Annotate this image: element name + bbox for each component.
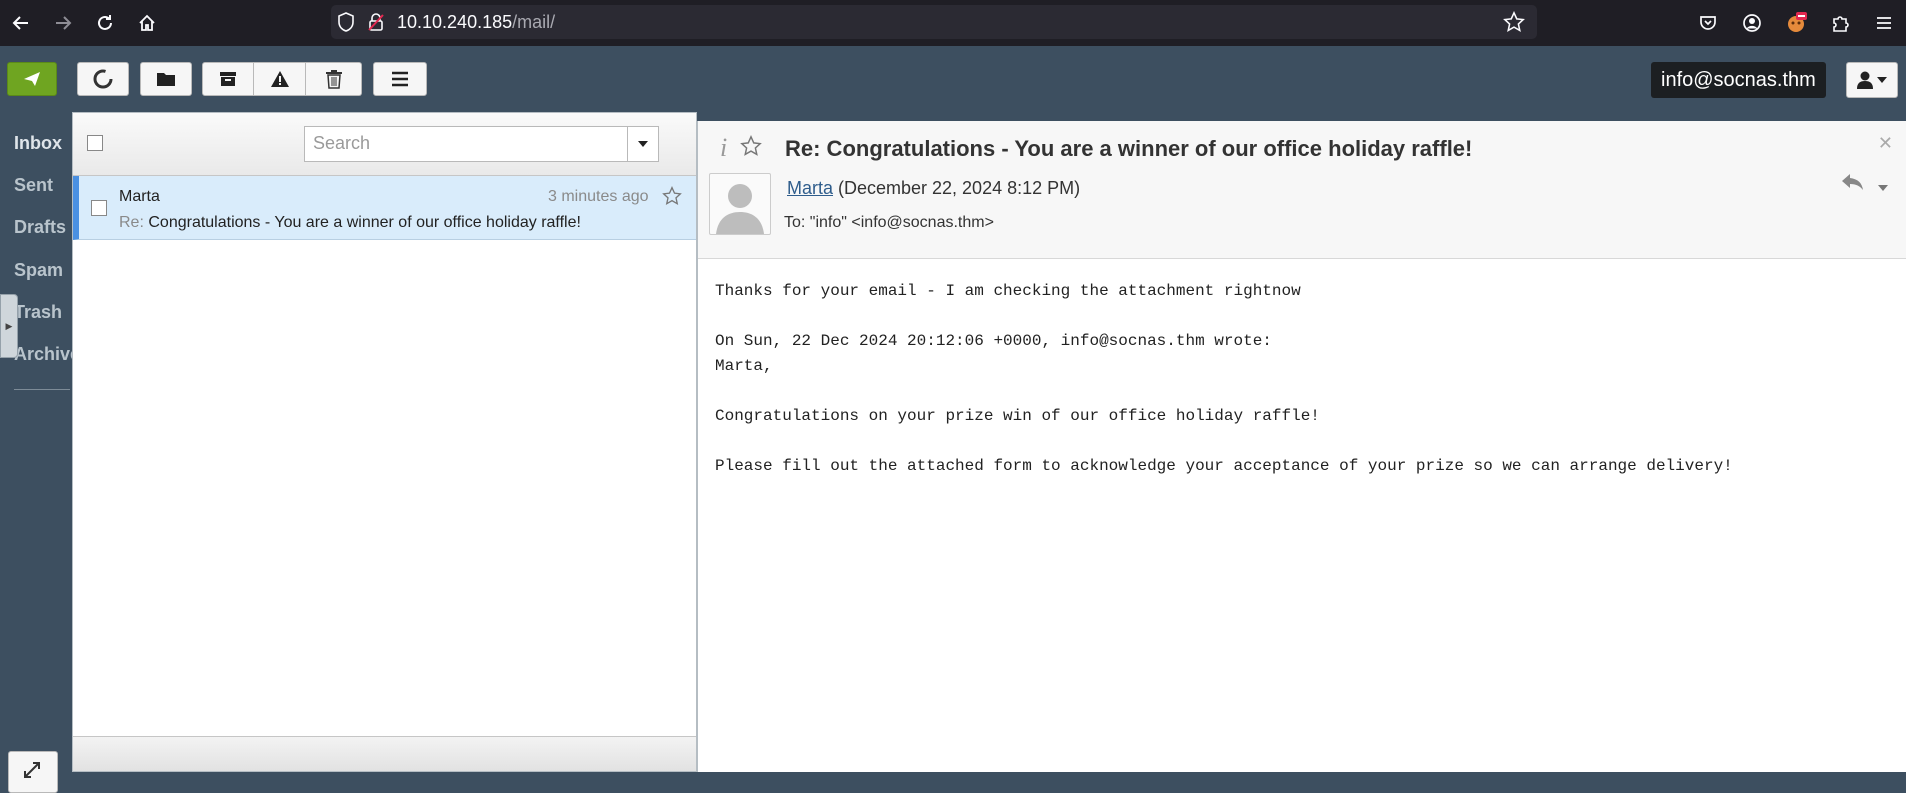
shield-icon[interactable]: [331, 12, 361, 32]
sidebar-collapse-handle[interactable]: ▶: [0, 294, 18, 358]
refresh-button[interactable]: [77, 62, 129, 96]
select-all-checkbox[interactable]: [87, 135, 103, 151]
home-icon[interactable]: [126, 0, 168, 46]
pocket-icon[interactable]: [1686, 0, 1730, 46]
message-sender: Marta: [119, 188, 160, 205]
account-icon[interactable]: [1730, 0, 1774, 46]
message-time: 3 minutes ago: [548, 188, 649, 205]
refresh-spinner-icon: [93, 69, 113, 89]
compose-button[interactable]: [7, 62, 57, 96]
account-menu-button[interactable]: [1846, 62, 1898, 98]
archive-icon: [220, 72, 236, 86]
search-options-dropdown[interactable]: [627, 127, 658, 161]
recipient-line: To: "info" <info@socnas.thm>: [784, 214, 994, 231]
body-line: Please fill out the attached form to ack…: [715, 457, 1733, 475]
info-icon[interactable]: i: [720, 133, 727, 163]
message-list-item[interactable]: Marta 3 minutes ago Re: Congratulations …: [73, 176, 696, 240]
archive-button[interactable]: [202, 62, 254, 96]
message-list-footer: [73, 736, 696, 771]
body-line: [715, 379, 1733, 404]
menu-icon[interactable]: [1862, 0, 1906, 46]
folder-sidebar: Inbox Sent Drafts Spam Trash Archive ▶: [0, 114, 80, 793]
folder-drafts[interactable]: Drafts: [14, 217, 66, 238]
message-view-pane: i Re: Congratulations - You are a winner…: [697, 121, 1906, 772]
send-icon: [24, 72, 40, 86]
account-email: info@socnas.thm: [1651, 62, 1826, 98]
reply-options-caret-icon[interactable]: [1878, 178, 1888, 196]
more-actions-button[interactable]: [373, 62, 427, 96]
message-list-header: [73, 113, 696, 176]
message-list-pane: Marta 3 minutes ago Re: Congratulations …: [72, 112, 697, 772]
expand-arrow-icon: ▶: [5, 320, 13, 331]
expand-icon: [24, 762, 40, 778]
body-line: [715, 429, 1733, 454]
trash-icon: [325, 70, 342, 89]
message-header: i Re: Congratulations - You are a winner…: [698, 121, 1906, 259]
sender-link[interactable]: Marta: [787, 178, 833, 199]
fullscreen-toggle-button[interactable]: [8, 751, 58, 793]
folder-inbox[interactable]: Inbox: [14, 133, 62, 154]
body-line: Congratulations on your prize win of our…: [715, 407, 1320, 425]
url-path: /mail/: [512, 11, 556, 32]
warning-icon: [270, 71, 289, 87]
back-icon[interactable]: [0, 0, 42, 46]
spam-button[interactable]: [254, 62, 306, 96]
message-body: Thanks for your email - I am checking th…: [715, 279, 1733, 479]
message-subject-line: Re: Congratulations - You are a winner o…: [119, 214, 581, 232]
move-to-folder-button[interactable]: [140, 62, 192, 96]
body-line: [715, 304, 1733, 329]
sidebar-divider: [14, 389, 70, 390]
message-subject: Congratulations - You are a winner of ou…: [148, 214, 581, 231]
folder-sent[interactable]: Sent: [14, 175, 53, 196]
mail-toolbar: info@socnas.thm: [0, 46, 1906, 114]
search-box: [304, 126, 659, 162]
delete-button[interactable]: [306, 62, 362, 96]
message-title: Re: Congratulations - You are a winner o…: [785, 136, 1473, 161]
reply-icon[interactable]: [1841, 172, 1865, 197]
user-icon: [1857, 71, 1873, 89]
hamburger-icon: [392, 71, 408, 87]
insecure-lock-icon[interactable]: [361, 12, 391, 32]
reload-icon[interactable]: [84, 0, 126, 46]
caret-down-icon: [638, 141, 648, 147]
close-icon[interactable]: ✕: [1878, 133, 1893, 154]
url-host: 10.10.240.185: [397, 11, 513, 32]
body-line: On Sun, 22 Dec 2024 20:12:06 +0000, info…: [715, 332, 1272, 350]
folder-archive[interactable]: Archive: [14, 344, 80, 365]
caret-down-icon: [1877, 77, 1887, 83]
message-checkbox[interactable]: [91, 200, 107, 216]
flag-star-icon[interactable]: [740, 135, 762, 162]
bookmark-star-icon[interactable]: [1503, 10, 1525, 38]
browser-toolbar: 10.10.240.185/mail/: [0, 0, 1906, 46]
message-date: (December 22, 2024 8:12 PM): [838, 178, 1081, 198]
folder-icon: [157, 73, 175, 86]
body-line: Marta,: [715, 357, 773, 375]
subject-prefix: Re:: [119, 214, 144, 231]
body-line: Thanks for your email - I am checking th…: [715, 282, 1301, 300]
extensions-puzzle-icon[interactable]: [1818, 0, 1862, 46]
flag-star-icon[interactable]: [662, 186, 682, 211]
folder-trash[interactable]: Trash: [14, 302, 62, 323]
forward-icon[interactable]: [42, 0, 84, 46]
extension-icon[interactable]: [1774, 0, 1818, 46]
search-input[interactable]: [305, 127, 641, 159]
url-bar[interactable]: 10.10.240.185/mail/: [331, 5, 1537, 39]
sender-avatar: [709, 173, 771, 235]
folder-spam[interactable]: Spam: [14, 260, 63, 281]
